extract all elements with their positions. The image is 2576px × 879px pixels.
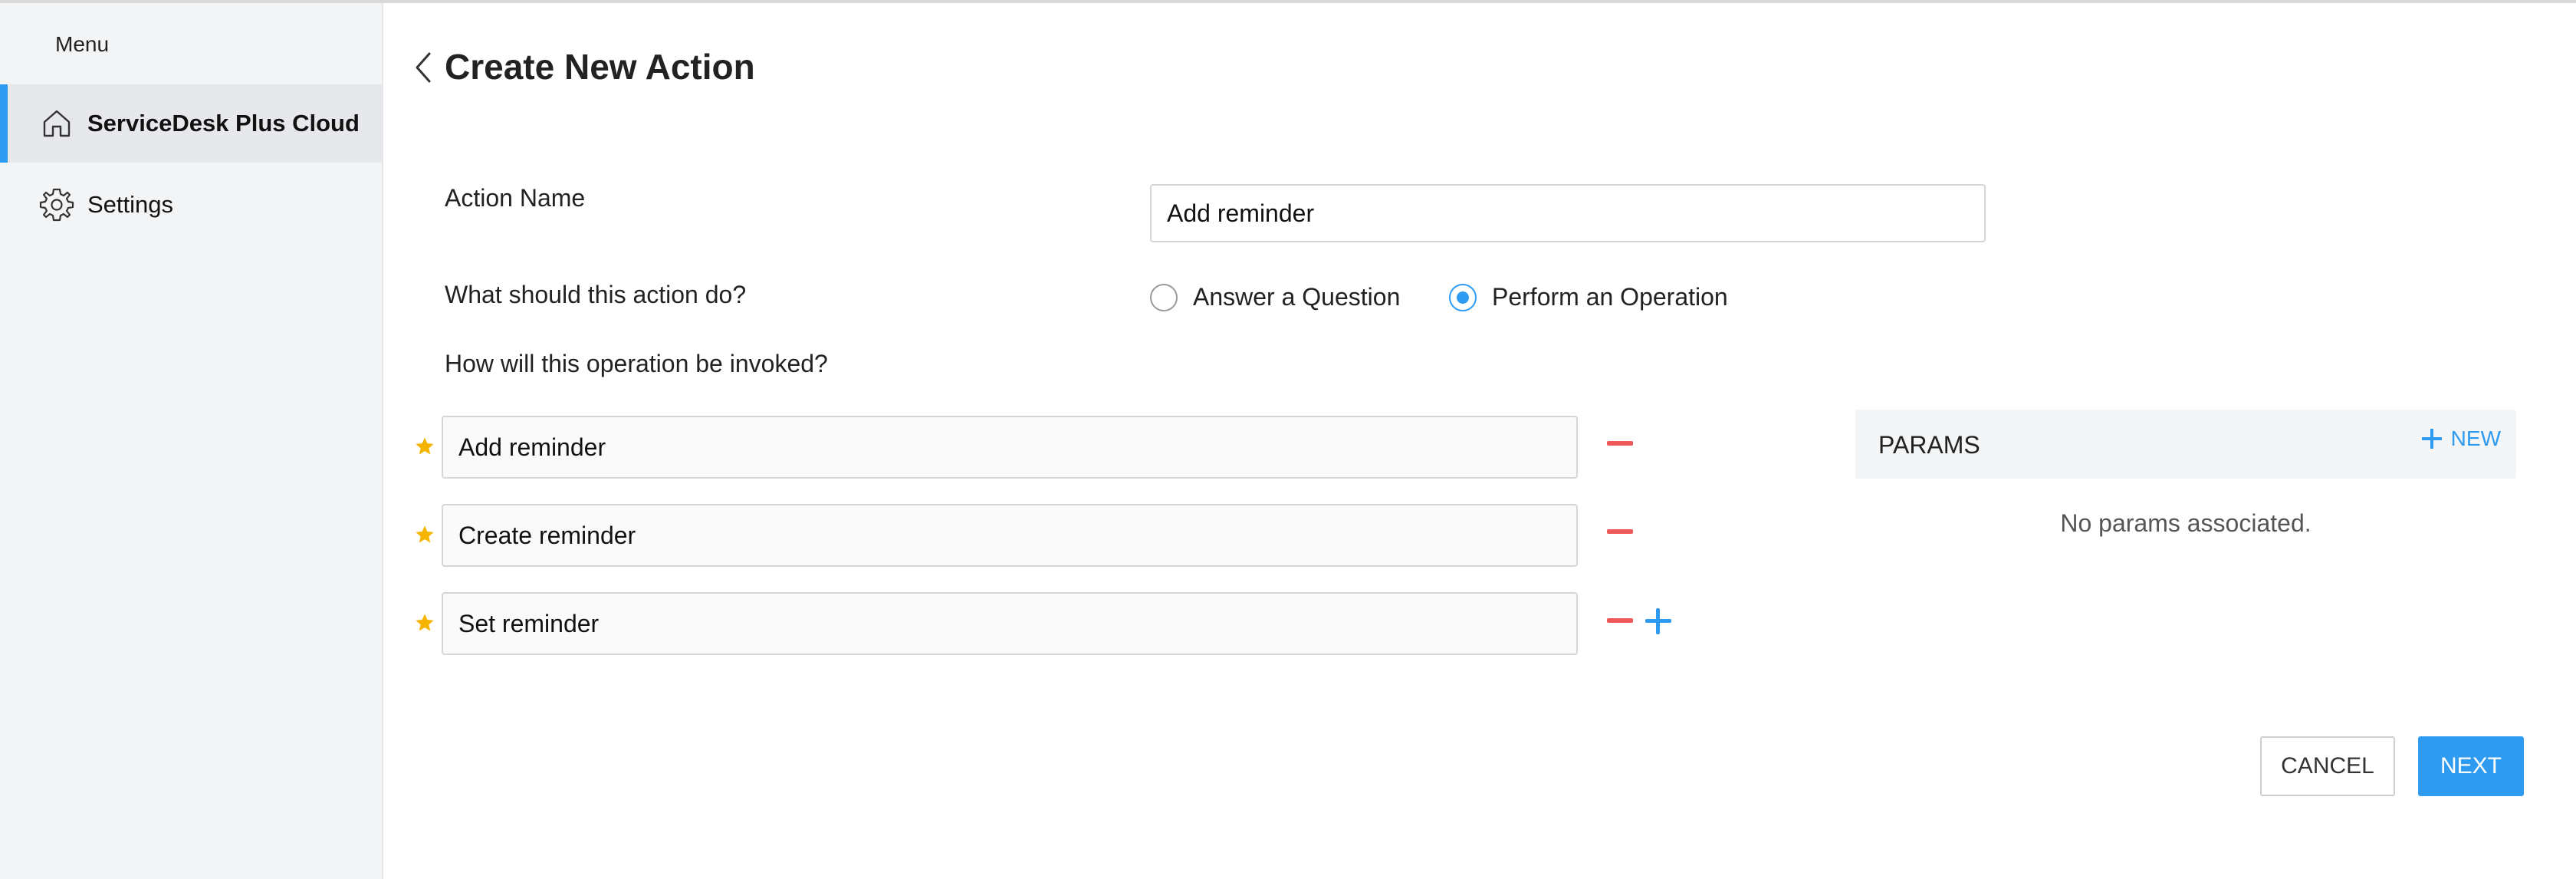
cancel-button[interactable]: CANCEL [2260,736,2395,796]
action-name-label: Action Name [445,184,586,212]
invoke-phrase-input[interactable] [442,504,1578,567]
invoke-phrase-input[interactable] [442,416,1578,479]
main-content: Create New Action Action Name What shoul… [383,3,2576,879]
plus-icon [2421,429,2442,449]
add-phrase-icon[interactable] [1645,608,1671,634]
sidebar-item-servicedesk[interactable]: ServiceDesk Plus Cloud [0,84,382,163]
radio-button-checked[interactable] [1449,283,1477,311]
invoke-phrase-input[interactable] [442,592,1578,655]
params-empty-message: No params associated. [2060,509,2312,537]
gear-icon [39,188,74,222]
sidebar-item-settings[interactable]: Settings [0,166,382,244]
required-star-icon [416,614,434,631]
required-star-icon [416,437,434,455]
new-param-button[interactable]: NEW [2421,426,2501,451]
required-star-icon [416,525,434,543]
sidebar-item-label: Settings [87,191,174,218]
params-title: PARAMS [1878,431,1980,459]
app-window: Menu ServiceDesk Plus Cloud Settings Cre… [0,0,2576,879]
invoke-label: How will this operation be invoked? [445,350,828,377]
action-type-label: What should this action do? [445,281,747,308]
radio-button[interactable] [1150,283,1178,311]
action-name-input[interactable] [1150,184,1986,242]
remove-phrase-icon[interactable] [1607,529,1633,534]
new-param-label: NEW [2450,426,2501,450]
remove-phrase-icon[interactable] [1607,441,1633,446]
radio-perform-operation[interactable]: Perform an Operation [1449,283,1728,311]
back-chevron-icon[interactable] [411,49,434,86]
sidebar: Menu ServiceDesk Plus Cloud Settings [0,3,383,879]
sidebar-item-label: ServiceDesk Plus Cloud [87,110,360,137]
params-header: PARAMS NEW [1855,410,2516,479]
page-title: Create New Action [445,47,755,87]
home-icon [43,110,71,137]
radio-label: Answer a Question [1193,283,1401,311]
radio-answer-question[interactable]: Answer a Question [1150,283,1400,311]
remove-phrase-icon[interactable] [1607,618,1633,623]
menu-label: Menu [55,32,110,56]
next-button[interactable]: NEXT [2418,736,2524,796]
radio-label: Perform an Operation [1492,283,1728,311]
